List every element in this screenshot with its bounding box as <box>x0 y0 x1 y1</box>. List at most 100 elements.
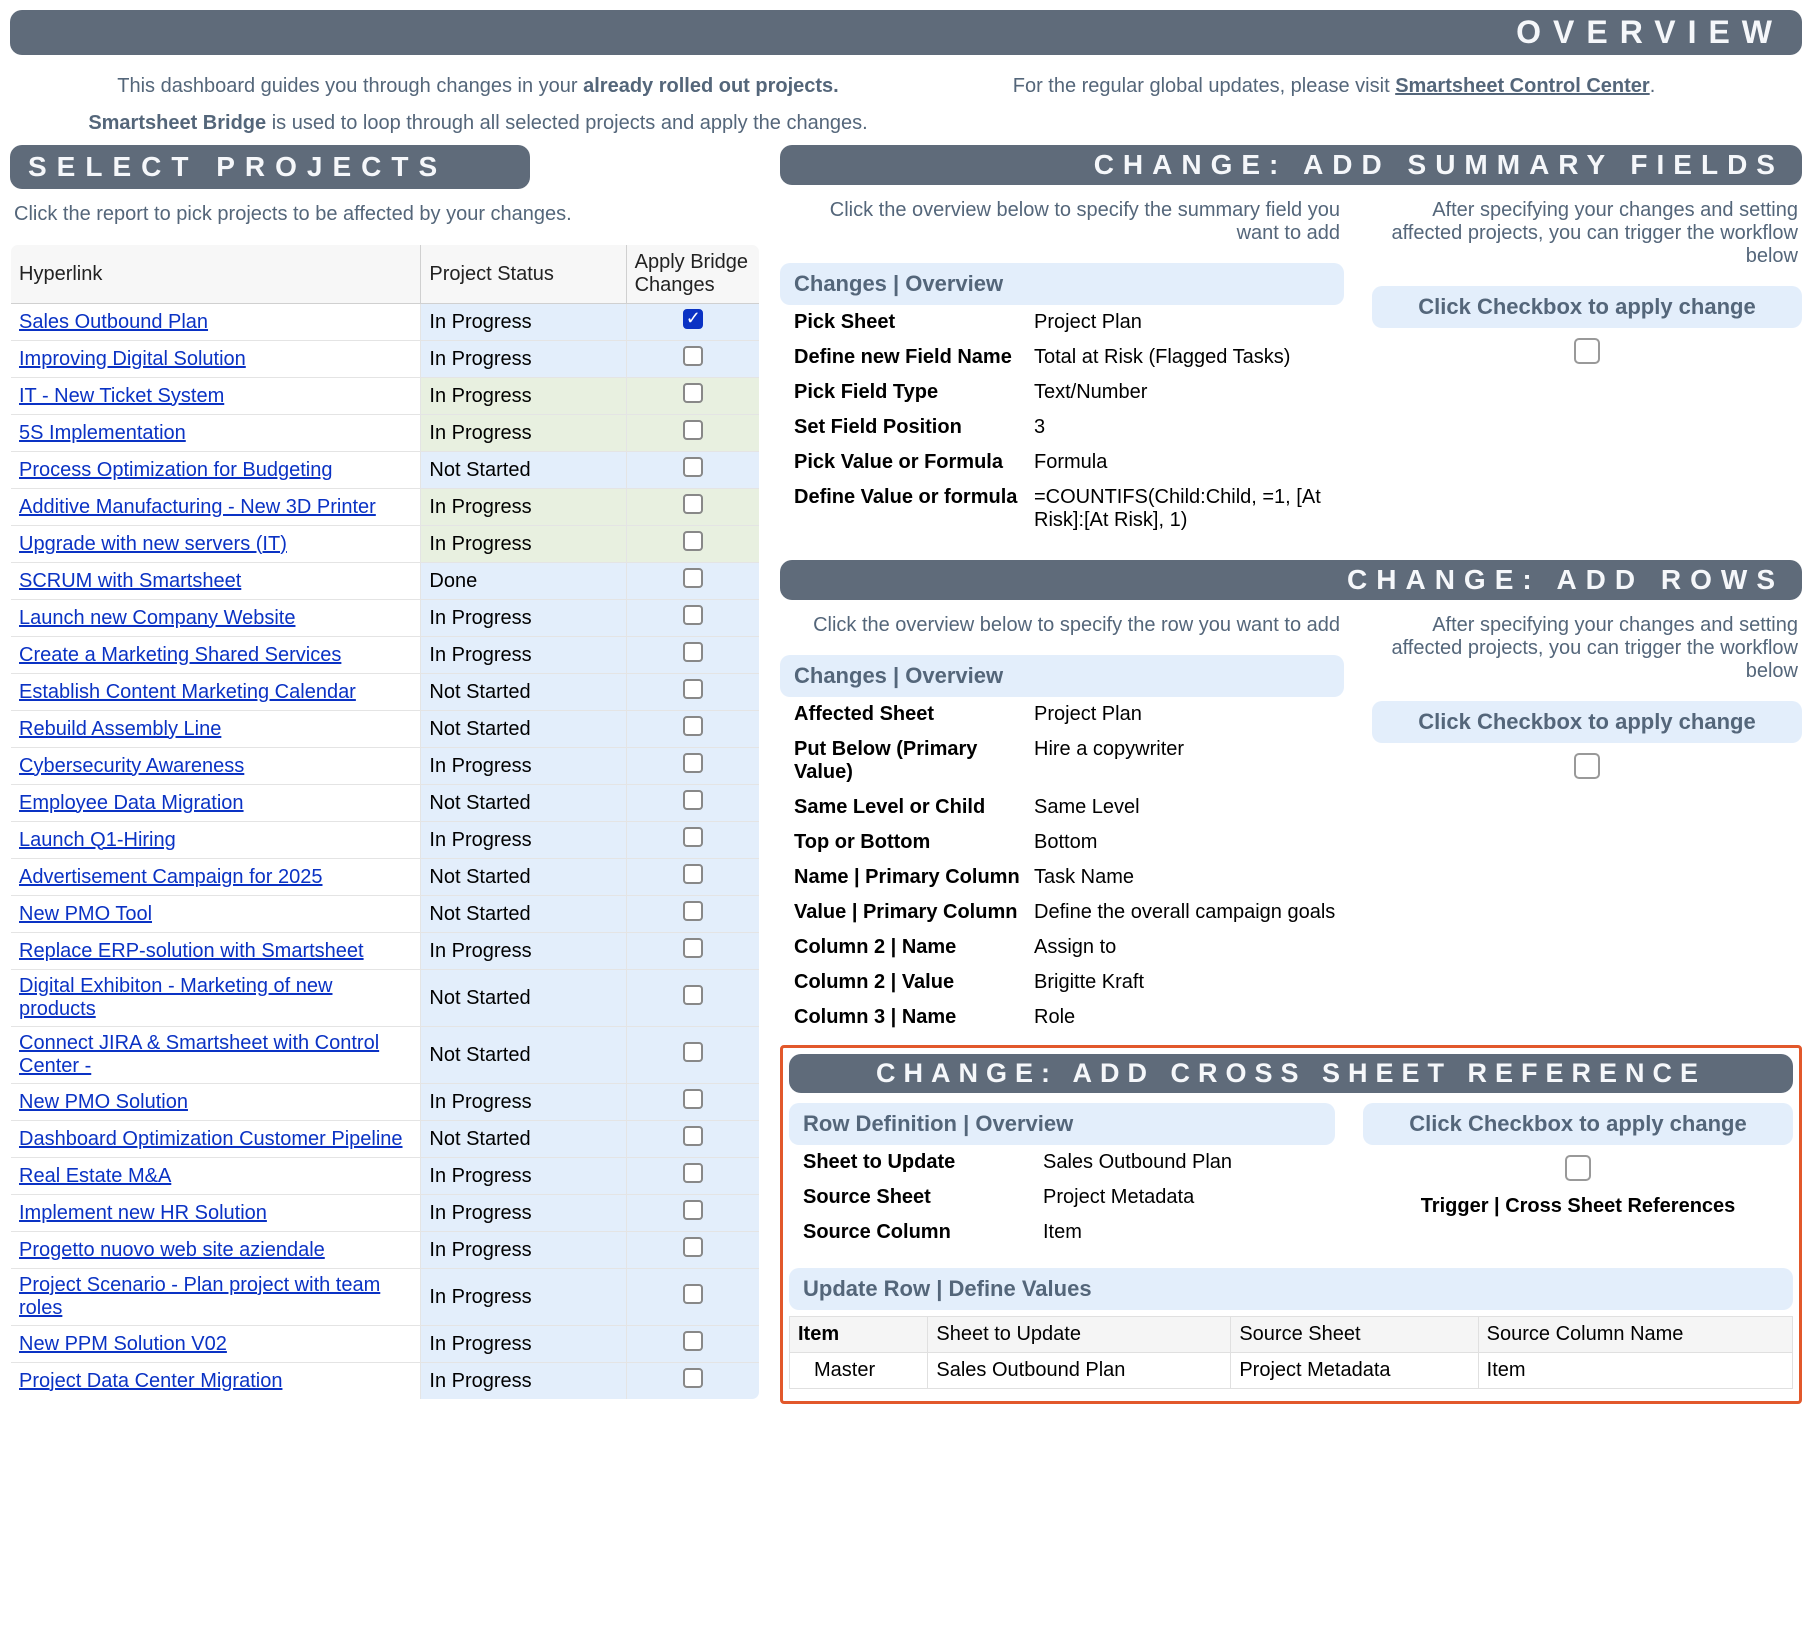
apply-bridge-checkbox[interactable] <box>683 1284 703 1304</box>
table-row[interactable]: Improving Digital SolutionIn Progress <box>11 341 760 378</box>
table-row[interactable]: Project Data Center MigrationIn Progress <box>11 1363 760 1400</box>
table-row[interactable]: Replace ERP-solution with SmartsheetIn P… <box>11 933 760 970</box>
apply-bridge-checkbox[interactable] <box>683 383 703 403</box>
apply-bridge-checkbox[interactable] <box>683 531 703 551</box>
apply-bridge-checkbox[interactable] <box>683 1089 703 1109</box>
project-link[interactable]: Employee Data Migration <box>19 792 244 814</box>
project-link[interactable]: Cybersecurity Awareness <box>19 755 244 777</box>
project-link[interactable]: 5S Implementation <box>19 422 186 444</box>
project-link[interactable]: Additive Manufacturing - New 3D Printer <box>19 496 376 518</box>
table-row[interactable]: Additive Manufacturing - New 3D PrinterI… <box>11 489 760 526</box>
table-row[interactable]: Dashboard Optimization Customer Pipeline… <box>11 1121 760 1158</box>
project-link[interactable]: Create a Marketing Shared Services <box>19 644 341 666</box>
apply-bridge-checkbox[interactable] <box>683 642 703 662</box>
project-link[interactable]: Establish Content Marketing Calendar <box>19 681 356 703</box>
table-row[interactable]: Create a Marketing Shared ServicesIn Pro… <box>11 637 760 674</box>
apply-bridge-checkbox[interactable] <box>683 1126 703 1146</box>
apply-bridge-checkbox[interactable] <box>683 938 703 958</box>
change-summary-sub-left[interactable]: Changes | Overview <box>780 263 1344 305</box>
table-row[interactable]: IT - New Ticket SystemIn Progress <box>11 378 760 415</box>
project-link[interactable]: New PMO Tool <box>19 903 152 925</box>
apply-bridge-checkbox[interactable] <box>683 1163 703 1183</box>
project-link[interactable]: Progetto nuovo web site aziendale <box>19 1239 325 1261</box>
project-status-cell: Not Started <box>421 711 626 748</box>
apply-bridge-checkbox[interactable] <box>683 679 703 699</box>
apply-bridge-checkbox[interactable] <box>683 1331 703 1351</box>
project-link[interactable]: Upgrade with new servers (IT) <box>19 533 287 555</box>
apply-rows-checkbox[interactable] <box>1574 753 1600 779</box>
project-link[interactable]: Process Optimization for Budgeting <box>19 459 333 481</box>
table-row[interactable]: 5S ImplementationIn Progress <box>11 415 760 452</box>
project-link[interactable]: Dashboard Optimization Customer Pipeline <box>19 1128 403 1150</box>
table-row[interactable]: New PMO ToolNot Started <box>11 896 760 933</box>
table-row[interactable]: Process Optimization for BudgetingNot St… <box>11 452 760 489</box>
apply-bridge-checkbox[interactable] <box>683 494 703 514</box>
table-row[interactable]: Project Scenario - Plan project with tea… <box>11 1269 760 1326</box>
project-link[interactable]: Launch Q1-Hiring <box>19 829 176 851</box>
table-row[interactable]: Connect JIRA & Smartsheet with Control C… <box>11 1027 760 1084</box>
table-row[interactable]: Rebuild Assembly Line Not Started <box>11 711 760 748</box>
projects-table[interactable]: Hyperlink Project Status Apply Bridge Ch… <box>10 244 760 1400</box>
project-link[interactable]: Digital Exhibiton - Marketing of new pro… <box>19 975 332 1020</box>
apply-bridge-checkbox[interactable] <box>683 1042 703 1062</box>
change-summary-hint-right: After specifying your changes and settin… <box>1372 185 1802 286</box>
table-row[interactable]: Advertisement Campaign for 2025Not Start… <box>11 859 760 896</box>
project-link[interactable]: Project Data Center Migration <box>19 1370 282 1392</box>
project-link[interactable]: Real Estate M&A <box>19 1165 171 1187</box>
project-link[interactable]: Project Scenario - Plan project with tea… <box>19 1274 380 1319</box>
table-row[interactable]: Launch new Company WebsiteIn Progress <box>11 600 760 637</box>
table-row[interactable]: Real Estate M&AIn Progress <box>11 1158 760 1195</box>
apply-bridge-checkbox[interactable] <box>683 985 703 1005</box>
table-row[interactable]: Progetto nuovo web site aziendaleIn Prog… <box>11 1232 760 1269</box>
table-row[interactable]: Launch Q1-HiringIn Progress <box>11 822 760 859</box>
apply-bridge-checkbox[interactable] <box>683 605 703 625</box>
project-link[interactable]: Rebuild Assembly Line <box>19 718 221 740</box>
table-row[interactable]: SCRUM with SmartsheetDone <box>11 563 760 600</box>
table-row[interactable]: Digital Exhibiton - Marketing of new pro… <box>11 970 760 1027</box>
table-row[interactable]: Sales Outbound PlanIn Progress <box>11 304 760 341</box>
apply-bridge-checkbox[interactable] <box>683 790 703 810</box>
project-link[interactable]: SCRUM with Smartsheet <box>19 570 241 592</box>
apply-bridge-checkbox[interactable] <box>683 864 703 884</box>
apply-bridge-checkbox[interactable] <box>683 901 703 921</box>
apply-bridge-checkbox[interactable] <box>683 716 703 736</box>
apply-bridge-checkbox[interactable] <box>683 457 703 477</box>
project-link[interactable]: Advertisement Campaign for 2025 <box>19 866 323 888</box>
apply-bridge-checkbox[interactable] <box>683 827 703 847</box>
table-row[interactable]: New PMO SolutionIn Progress <box>11 1084 760 1121</box>
apply-cross-checkbox[interactable] <box>1565 1155 1591 1181</box>
project-link[interactable]: Improving Digital Solution <box>19 348 246 370</box>
cross-mini-row[interactable]: Master Sales Outbound Plan Project Metad… <box>790 1353 1793 1389</box>
change-rows-sub-left[interactable]: Changes | Overview <box>780 655 1344 697</box>
apply-bridge-checkbox[interactable] <box>683 309 703 329</box>
apply-bridge-checkbox[interactable] <box>683 1200 703 1220</box>
cross-update-table[interactable]: Item Sheet to Update Source Sheet Source… <box>789 1316 1793 1389</box>
table-row[interactable]: Cybersecurity AwarenessIn Progress <box>11 748 760 785</box>
project-link[interactable]: Sales Outbound Plan <box>19 311 208 333</box>
apply-summary-checkbox[interactable] <box>1574 338 1600 364</box>
project-link[interactable]: Connect JIRA & Smartsheet with Control C… <box>19 1032 379 1077</box>
change-cross-sub-left[interactable]: Row Definition | Overview <box>789 1103 1335 1145</box>
table-row[interactable]: Establish Content Marketing CalendarNot … <box>11 674 760 711</box>
kv-value: Text/Number <box>1034 381 1344 404</box>
apply-bridge-checkbox[interactable] <box>683 1368 703 1388</box>
project-link[interactable]: Launch new Company Website <box>19 607 295 629</box>
project-link[interactable]: IT - New Ticket System <box>19 385 224 407</box>
project-link[interactable]: Implement new HR Solution <box>19 1202 267 1224</box>
table-row[interactable]: Implement new HR SolutionIn Progress <box>11 1195 760 1232</box>
change-cross-sub2[interactable]: Update Row | Define Values <box>789 1268 1793 1310</box>
table-row[interactable]: Upgrade with new servers (IT)In Progress <box>11 526 760 563</box>
project-link[interactable]: Replace ERP-solution with Smartsheet <box>19 940 364 962</box>
apply-bridge-checkbox[interactable] <box>683 1237 703 1257</box>
apply-bridge-checkbox[interactable] <box>683 753 703 773</box>
table-row[interactable]: New PPM Solution V02In Progress <box>11 1326 760 1363</box>
control-center-link[interactable]: Smartsheet Control Center <box>1395 75 1650 97</box>
apply-bridge-checkbox[interactable] <box>683 346 703 366</box>
table-row[interactable]: Employee Data MigrationNot Started <box>11 785 760 822</box>
apply-bridge-checkbox[interactable] <box>683 420 703 440</box>
cross-mini-h3: Source Sheet <box>1231 1317 1478 1353</box>
apply-bridge-checkbox[interactable] <box>683 568 703 588</box>
kv-row: Source SheetProject Metadata <box>789 1180 1335 1215</box>
project-link[interactable]: New PPM Solution V02 <box>19 1333 227 1355</box>
project-link[interactable]: New PMO Solution <box>19 1091 188 1113</box>
